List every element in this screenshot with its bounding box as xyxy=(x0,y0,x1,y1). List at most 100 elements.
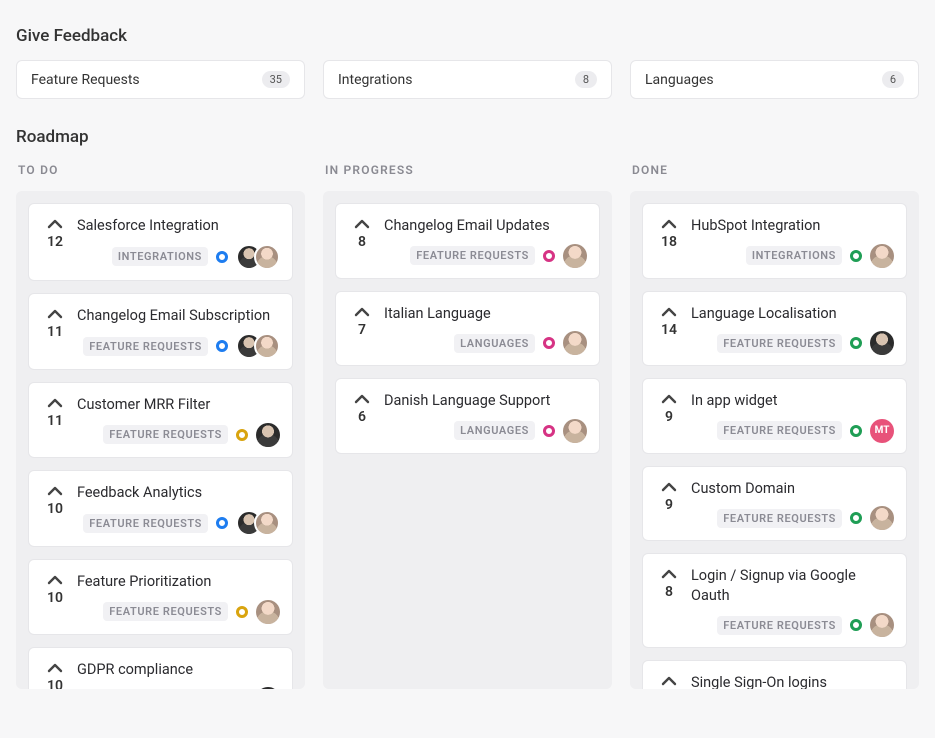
card-main: Danish Language SupportLANGUAGES xyxy=(384,391,587,443)
roadmap-card[interactable]: 6 Danish Language SupportLANGUAGES xyxy=(335,378,600,454)
card-title: Single Sign-On logins xyxy=(691,673,894,689)
card-main: Feature Prioritization FEATURE REQUESTS xyxy=(77,572,280,624)
card-footer: INTEGRATIONS xyxy=(691,244,894,268)
roadmap-card[interactable]: 11Changelog Email SubscriptionFEATURE RE… xyxy=(28,293,293,371)
category-tag: FEATURE REQUESTS xyxy=(410,246,535,265)
category-integrations[interactable]: Integrations8 xyxy=(323,60,612,99)
card-title: HubSpot Integration xyxy=(691,216,894,236)
card-title: Changelog Email Subscription xyxy=(77,306,280,326)
avatar xyxy=(254,510,280,536)
upvote-button[interactable]: 10 xyxy=(41,483,69,537)
upvote-button[interactable]: 9 xyxy=(655,479,683,531)
status-indicator xyxy=(236,606,248,618)
vote-count: 11 xyxy=(47,413,63,429)
roadmap-card[interactable]: 10GDPR complianceFEATURE REQUESTS xyxy=(28,647,293,689)
category-tag: FEATURE REQUESTS xyxy=(717,421,842,440)
card-main: Changelog Email SubscriptionFEATURE REQU… xyxy=(77,306,280,360)
card-title: Language Localisation xyxy=(691,304,894,324)
roadmap-card[interactable]: 10 Feedback Analytics FEATURE REQUESTS xyxy=(28,470,293,548)
column-title: IN PROGRESS xyxy=(325,163,612,177)
column-in-progress: IN PROGRESS 8 Changelog Email Updates FEATU… xyxy=(323,161,612,689)
card-main: In app widgetFEATURE REQUESTSMT xyxy=(691,391,894,443)
card-footer: LANGUAGES xyxy=(384,331,587,355)
card-footer: FEATURE REQUESTS xyxy=(384,244,587,268)
card-title: Italian Language xyxy=(384,304,587,324)
card-title: Changelog Email Updates xyxy=(384,216,587,236)
give-feedback-title: Give Feedback xyxy=(16,26,919,46)
roadmap-card[interactable]: 7 Italian Language LANGUAGES xyxy=(335,291,600,367)
category-tag: FEATURE REQUESTS xyxy=(103,602,228,621)
status-indicator xyxy=(850,425,862,437)
card-footer: FEATURE REQUESTS MT xyxy=(691,419,894,443)
status-indicator xyxy=(216,251,228,263)
category-tag: INTEGRATIONS xyxy=(746,246,842,265)
category-feature-requests[interactable]: Feature Requests35 xyxy=(16,60,305,99)
roadmap-card[interactable]: 10 Feature Prioritization FEATURE REQUESTS xyxy=(28,559,293,635)
upvote-button[interactable]: 9 xyxy=(655,391,683,443)
upvote-button[interactable]: 10 xyxy=(41,660,69,689)
category-row: Feature Requests35 Integrations8 Languages… xyxy=(16,60,919,99)
upvote-button[interactable]: 7 xyxy=(655,673,683,689)
upvote-button[interactable]: 11 xyxy=(41,395,69,447)
roadmap-card[interactable]: 14Language LocalisationFEATURE REQUESTS xyxy=(642,291,907,367)
roadmap-card[interactable]: 12Salesforce IntegrationINTEGRATIONS xyxy=(28,203,293,281)
category-label: Feature Requests xyxy=(31,72,140,88)
roadmap-card[interactable]: 7 Single Sign-On loginsFEATURE REQUESTS xyxy=(642,660,907,689)
upvote-button[interactable]: 6 xyxy=(348,391,376,443)
card-main: Feedback Analytics FEATURE REQUESTS xyxy=(77,483,280,537)
roadmap-columns: TO DO12Salesforce IntegrationINTEGRATION… xyxy=(16,161,919,689)
vote-count: 9 xyxy=(665,497,673,513)
status-indicator xyxy=(216,517,228,529)
avatar: MT xyxy=(870,419,894,443)
upvote-button[interactable]: 11 xyxy=(41,306,69,360)
vote-count: 6 xyxy=(358,409,366,425)
roadmap-card[interactable]: 11 Customer MRR FilterFEATURE REQUESTS xyxy=(28,382,293,458)
avatar xyxy=(254,244,280,270)
chevron-up-icon xyxy=(47,218,63,230)
avatar xyxy=(870,331,894,355)
upvote-button[interactable]: 12 xyxy=(41,216,69,270)
upvote-button[interactable]: 8 xyxy=(655,566,683,637)
avatar xyxy=(254,333,280,359)
upvote-button[interactable]: 14 xyxy=(655,304,683,356)
avatar-stack xyxy=(236,333,280,359)
card-main: Language LocalisationFEATURE REQUESTS xyxy=(691,304,894,356)
chevron-up-icon xyxy=(47,397,63,409)
column-body[interactable]: 12Salesforce IntegrationINTEGRATIONS11Ch… xyxy=(16,191,305,689)
card-main: Login / Signup via Google Oauth FEATURE R… xyxy=(691,566,894,637)
card-main: Customer MRR FilterFEATURE REQUESTS xyxy=(77,395,280,447)
card-title: Login / Signup via Google Oauth xyxy=(691,566,894,605)
roadmap-card[interactable]: 18 HubSpot Integration INTEGRATIONS xyxy=(642,203,907,279)
status-indicator xyxy=(236,429,248,441)
category-tag: LANGUAGES xyxy=(454,421,535,440)
roadmap-card[interactable]: 9In app widgetFEATURE REQUESTSMT xyxy=(642,378,907,454)
avatar xyxy=(256,687,280,689)
vote-count: 10 xyxy=(47,590,63,606)
category-languages[interactable]: Languages6 xyxy=(630,60,919,99)
upvote-button[interactable]: 7 xyxy=(348,304,376,356)
card-main: Single Sign-On loginsFEATURE REQUESTS xyxy=(691,673,894,689)
column-title: DONE xyxy=(632,163,919,177)
card-main: Custom DomainFEATURE REQUESTS xyxy=(691,479,894,531)
chevron-up-icon xyxy=(354,218,370,230)
card-title: Feature Prioritization xyxy=(77,572,280,592)
upvote-button[interactable]: 8 xyxy=(348,216,376,268)
card-main: Changelog Email Updates FEATURE REQUESTS xyxy=(384,216,587,268)
card-footer: FEATURE REQUESTS xyxy=(691,613,894,637)
category-tag: INTEGRATIONS xyxy=(112,247,208,266)
status-indicator xyxy=(543,425,555,437)
vote-count: 7 xyxy=(358,322,366,338)
roadmap-card[interactable]: 8 Changelog Email Updates FEATURE REQUESTS xyxy=(335,203,600,279)
card-title: Feedback Analytics xyxy=(77,483,280,503)
roadmap-card[interactable]: 8Login / Signup via Google Oauth FEATURE … xyxy=(642,553,907,648)
upvote-button[interactable]: 10 xyxy=(41,572,69,624)
category-tag: FEATURE REQUESTS xyxy=(83,514,208,533)
chevron-up-icon xyxy=(47,662,63,674)
column-to-do: TO DO12Salesforce IntegrationINTEGRATION… xyxy=(16,161,305,689)
roadmap-card[interactable]: 9 Custom DomainFEATURE REQUESTS xyxy=(642,466,907,542)
category-count-badge: 6 xyxy=(882,71,904,88)
column-body[interactable]: 18HubSpot IntegrationINTEGRATIONS14Langu… xyxy=(630,191,919,689)
column-body[interactable]: 8 Changelog Email Updates FEATURE REQUESTS… xyxy=(323,191,612,689)
upvote-button[interactable]: 18 xyxy=(655,216,683,268)
status-indicator xyxy=(216,340,228,352)
